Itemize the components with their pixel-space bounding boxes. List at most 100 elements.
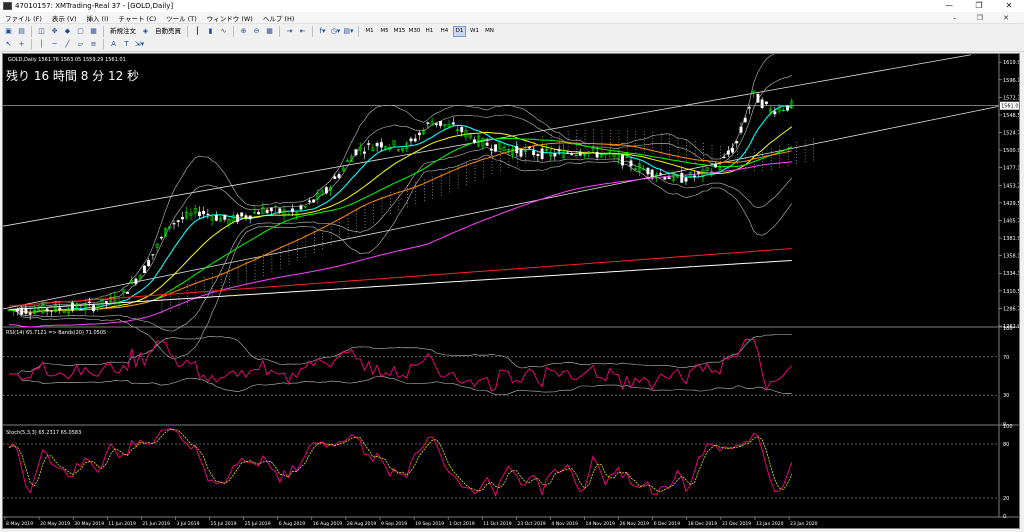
- candle-body: [773, 111, 777, 115]
- timeframe-m30[interactable]: M30: [408, 26, 421, 37]
- text-icon[interactable]: A: [108, 39, 119, 50]
- chart-shift-icon[interactable]: ⇤: [297, 26, 308, 37]
- candle-body: [426, 122, 430, 124]
- drawing-toolbar: ↖ + │ ─ ╱ ▱ ≡ A T ⇲▾: [0, 38, 1024, 52]
- timeframe-m1[interactable]: M1: [363, 26, 376, 37]
- zoom-in-icon[interactable]: ⊕: [238, 26, 249, 37]
- date-label: 4 Nov 2019: [551, 521, 578, 527]
- candle-body: [726, 150, 730, 155]
- trendline-icon[interactable]: ╱: [62, 39, 73, 50]
- candle-body: [269, 208, 273, 212]
- menu-view[interactable]: 表示 (V): [47, 13, 82, 23]
- data-window-icon[interactable]: ✥: [49, 26, 60, 37]
- candle-body: [413, 138, 417, 142]
- candle-body: [472, 139, 476, 143]
- main-toolbar: ▣ ▤ ◫ ✥ ◆ ▢ ▦ 新規注文 ◈ 自動売買 ┃ ▮ ∿ ⊕ ⊖ ▦ ⇥ …: [0, 24, 1024, 38]
- candle-body: [244, 215, 248, 219]
- timeframe-d1[interactable]: D1: [453, 25, 466, 37]
- rsi-axis-label: 70: [1003, 355, 1009, 361]
- timeframe-m5[interactable]: M5: [378, 26, 391, 37]
- candle-body: [409, 138, 413, 142]
- profiles-icon[interactable]: ▤: [16, 26, 27, 37]
- zoom-out-icon[interactable]: ⊖: [251, 26, 262, 37]
- date-label: 16 Aug 2019: [313, 521, 343, 527]
- candle-body: [756, 93, 760, 103]
- crosshair-icon[interactable]: +: [16, 39, 27, 50]
- timeframe-w1[interactable]: W1: [468, 26, 481, 37]
- price-label: 1572.30: [1003, 95, 1020, 101]
- vertical-line-icon[interactable]: │: [36, 39, 47, 50]
- date-label: 3 Jul 2019: [176, 521, 199, 527]
- candle-body: [595, 151, 599, 158]
- horizontal-line-icon[interactable]: ─: [49, 39, 60, 50]
- auto-trading-button[interactable]: 自動売買: [153, 26, 183, 37]
- chart-canvas[interactable]: 1619.90 1596.10 1572.30 1548.50 1524.70 1500.…: [3, 54, 1020, 529]
- price-label: 1334.30: [1003, 271, 1020, 277]
- line-chart-icon[interactable]: ∿: [218, 26, 229, 37]
- new-chart-icon[interactable]: ▣: [3, 26, 14, 37]
- menu-chart[interactable]: チャート (C): [114, 13, 162, 23]
- rsi-band-lower: [9, 373, 792, 396]
- minimize-button[interactable]: —: [934, 0, 964, 12]
- date-label: 6 Dec 2019: [654, 521, 681, 527]
- tile-windows-icon[interactable]: ▦: [264, 26, 275, 37]
- timeframe-h4[interactable]: H4: [438, 26, 451, 37]
- price-label: 1310.50: [1003, 289, 1020, 295]
- menu-tools[interactable]: ツール (T): [161, 13, 202, 23]
- date-label: 6 Aug 2019: [279, 521, 306, 527]
- chart-window[interactable]: 1619.90 1596.10 1572.30 1548.50 1524.70 1500.…: [2, 53, 1020, 529]
- candle-body: [659, 173, 663, 175]
- price-label: 1358.10: [1003, 254, 1020, 260]
- bar-chart-icon[interactable]: ┃: [192, 26, 203, 37]
- timeframe-h1[interactable]: H1: [423, 26, 436, 37]
- menu-file[interactable]: ファイル (F): [0, 13, 47, 23]
- auto-scroll-icon[interactable]: ⇥: [284, 26, 295, 37]
- candle-body: [693, 175, 696, 178]
- stoch-axis-label: 20: [1003, 496, 1009, 502]
- candle-body: [197, 211, 201, 217]
- menu-window[interactable]: ウィンドウ (W): [202, 13, 258, 23]
- new-order-button[interactable]: 新規注文: [108, 26, 138, 37]
- periods-icon[interactable]: ◷▾: [330, 26, 341, 37]
- close-button[interactable]: ✕: [994, 0, 1024, 12]
- candle-body: [181, 217, 184, 220]
- candle-body: [172, 223, 176, 225]
- navigator-icon[interactable]: ◆: [62, 26, 73, 37]
- candle-body: [697, 171, 701, 174]
- market-watch-icon[interactable]: ◫: [36, 26, 47, 37]
- maximize-button[interactable]: ❐: [964, 0, 994, 12]
- candle-body: [417, 132, 421, 136]
- strategy-tester-icon[interactable]: ▦: [88, 26, 99, 37]
- candle-body: [214, 214, 218, 221]
- terminal-icon[interactable]: ▢: [75, 26, 86, 37]
- fibonacci-icon[interactable]: ≡: [88, 39, 99, 50]
- menu-insert[interactable]: 挿入 (I): [81, 13, 113, 23]
- templates-icon[interactable]: ▤▾: [343, 26, 354, 37]
- price-label: 1548.50: [1003, 113, 1020, 119]
- price-label: 1524.70: [1003, 131, 1020, 137]
- channel-icon[interactable]: ▱: [75, 39, 86, 50]
- indicators-icon[interactable]: f▾: [317, 26, 328, 37]
- cursor-icon[interactable]: ↖: [3, 39, 14, 50]
- candle-body: [557, 149, 561, 152]
- metaeditor-icon[interactable]: ◈: [140, 26, 151, 37]
- candle-body: [451, 122, 455, 125]
- candle-body: [460, 127, 464, 133]
- date-label: 15 Jul 2019: [211, 521, 237, 527]
- text-label-icon[interactable]: T: [121, 39, 132, 50]
- mdi-controls[interactable]: – ❐ ✕: [953, 12, 1018, 24]
- stoch-main-line: [8, 428, 793, 498]
- date-label: 30 May 2019: [74, 521, 104, 527]
- candle-body: [354, 149, 358, 156]
- rsi-axis-label: 30: [1003, 393, 1009, 399]
- arrows-icon[interactable]: ⇲▾: [134, 39, 145, 50]
- timeframe-m15[interactable]: M15: [393, 26, 406, 37]
- ma-300: [8, 260, 792, 311]
- candle-body: [566, 152, 569, 154]
- price-label: 1405.70: [1003, 218, 1020, 224]
- timeframe-mn[interactable]: MN: [483, 26, 496, 37]
- date-label: 26 Nov 2019: [620, 521, 649, 527]
- candlestick-icon[interactable]: ▮: [205, 26, 216, 37]
- menu-help[interactable]: ヘルプ (H): [258, 13, 300, 23]
- price-label: 1429.50: [1003, 201, 1020, 207]
